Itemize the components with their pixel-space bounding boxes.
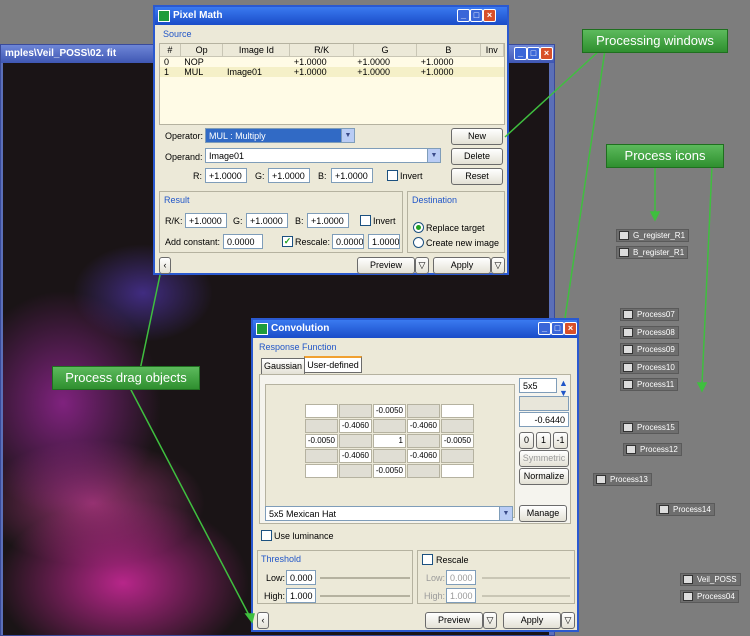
process-glyph-icon: [683, 592, 693, 601]
process-icon[interactable]: Process13: [593, 473, 652, 486]
process-icon-label: Process12: [640, 445, 678, 454]
callout-process-icons: Process icons: [606, 144, 724, 168]
process-glyph-icon: [596, 475, 606, 484]
process-icon[interactable]: Process10: [620, 361, 679, 374]
process-glyph-icon: [623, 380, 633, 389]
callout-processing-windows: Processing windows: [582, 29, 728, 53]
process-icon[interactable]: B_register_R1: [616, 246, 689, 259]
process-glyph-icon: [626, 445, 636, 454]
process-icon[interactable]: G_register_R1: [616, 229, 690, 242]
process-icon-label: Process15: [637, 423, 675, 432]
process-icon[interactable]: Process07: [620, 308, 679, 321]
process-glyph-icon: [619, 248, 629, 257]
process-icon-label: Process11: [637, 380, 675, 389]
process-glyph-icon: [623, 310, 633, 319]
process-icon-label: B_register_R1: [633, 248, 685, 257]
process-glyph-icon: [683, 575, 693, 584]
process-glyph-icon: [623, 423, 633, 432]
process-icon-label: Process13: [610, 475, 648, 484]
process-glyph-icon: [623, 328, 633, 337]
process-glyph-icon: [659, 505, 669, 514]
process-icon-label: G_register_R1: [633, 231, 686, 240]
process-icon-label: Veil_POSS: [697, 575, 737, 584]
process-icon-label: Process08: [637, 328, 675, 337]
process-icon[interactable]: Process14: [656, 503, 715, 516]
process-icon-label: Process09: [637, 345, 675, 354]
process-icon-label: Process04: [697, 592, 735, 601]
process-icon-label: Process10: [637, 363, 675, 372]
process-icon[interactable]: Process04: [680, 590, 739, 603]
callout-process-drag-objects: Process drag objects: [52, 366, 200, 390]
process-icon[interactable]: Process08: [620, 326, 679, 339]
process-icon[interactable]: Process11: [620, 378, 679, 391]
process-glyph-icon: [623, 345, 633, 354]
process-icon[interactable]: Process15: [620, 421, 679, 434]
process-glyph-icon: [619, 231, 629, 240]
process-icon[interactable]: Process09: [620, 343, 679, 356]
process-glyph-icon: [623, 363, 633, 372]
process-icon[interactable]: Veil_POSS: [680, 573, 741, 586]
process-icon-label: Process14: [673, 505, 711, 514]
process-icon-label: Process07: [637, 310, 675, 319]
process-icon[interactable]: Process12: [623, 443, 682, 456]
